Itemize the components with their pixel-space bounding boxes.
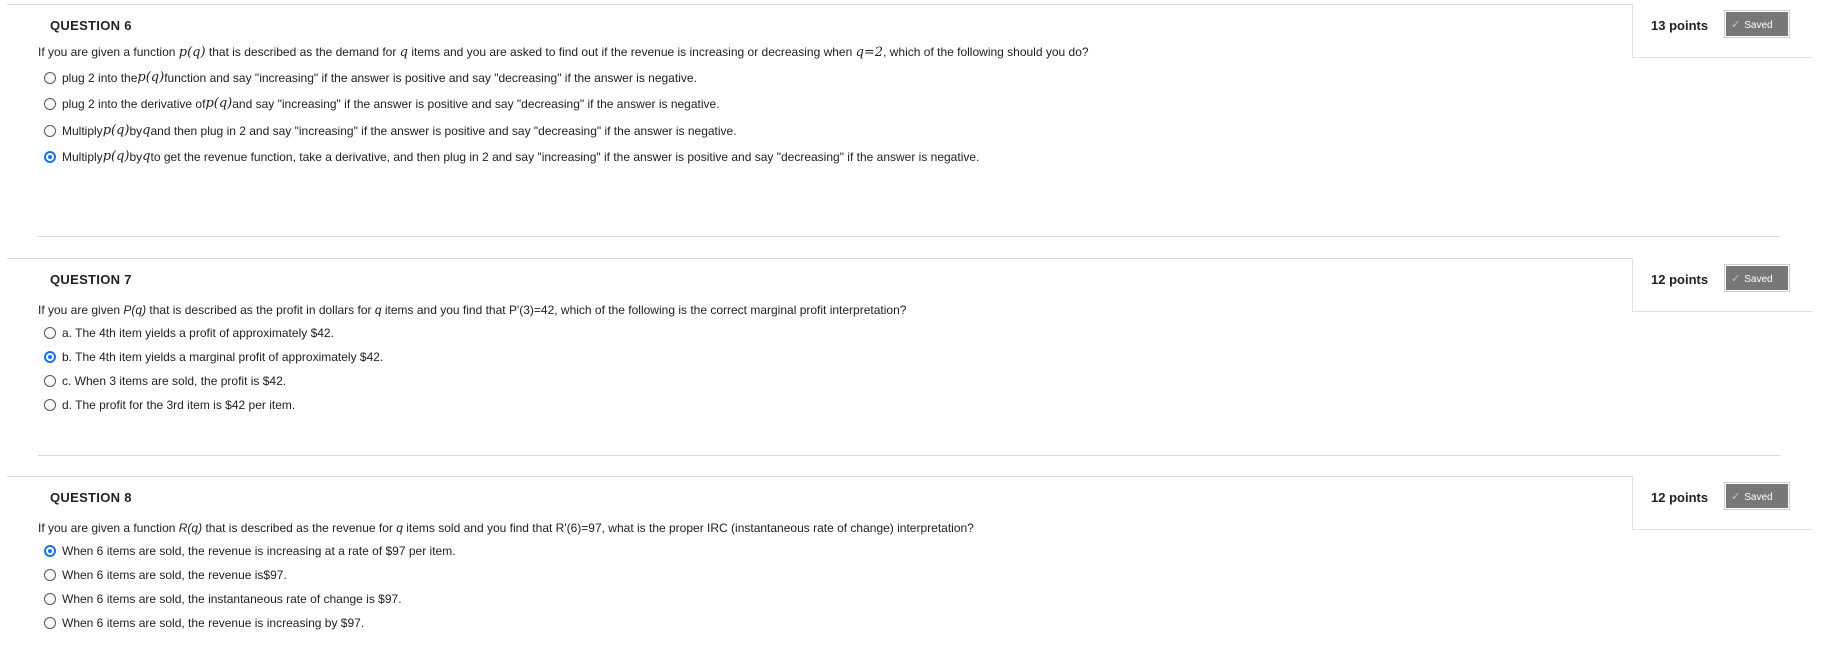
question-text: If you are given a function p(q) that is… [38,45,1089,60]
answer-option-c[interactable]: c. When 3 items are sold, the profit is … [44,374,286,388]
option-text: b. The 4th item yields a marginal profit… [62,350,384,364]
math-expression: p(q) [102,149,130,164]
points-box: 13 points ✓ Saved [1632,4,1813,58]
option-text: c. When 3 items are sold, the profit is … [62,374,287,388]
math-expression: q [396,521,403,535]
option-text: plug 2 into the [62,70,138,85]
math-expression: P(q) [123,303,147,317]
question-title: QUESTION 6 [50,18,132,33]
radio-button[interactable] [44,327,56,339]
saved-status-badge: ✓ Saved [1724,10,1790,38]
radio-button-checked[interactable] [44,351,56,363]
option-text: When 6 items are sold, the revenue is in… [62,616,365,630]
math-expression: q [374,303,382,317]
radio-button[interactable] [44,375,56,387]
math-expression: q [142,149,151,164]
radio-button-checked[interactable] [44,150,56,163]
answer-option-d[interactable]: d. The profit for the 3rd item is $42 pe… [44,398,295,412]
math-expression: q [142,123,151,138]
question-title: QUESTION 8 [50,490,132,505]
check-icon: ✓ [1731,273,1741,285]
question-text-part: items and you find that P'(3)=42, which … [381,303,907,317]
math-expression: q=2 [855,45,884,60]
math-expression: p(q) [205,96,233,111]
math-expression: R(q) [178,521,203,535]
check-icon: ✓ [1731,491,1741,503]
section-divider [38,455,1780,456]
answer-option-3[interactable]: When 6 items are sold, the instantaneous… [44,592,402,606]
answer-option[interactable]: Multiply p(q) by q and then plug in 2 an… [44,123,737,138]
question-header: QUESTION 7 [7,258,1812,295]
question-text-part: If you are given a function [38,45,179,59]
question-text-part: , which of the following should you do? [883,45,1089,59]
points-box: 12 points ✓ Saved [1632,258,1813,312]
math-expression: p(q) [178,45,206,60]
option-text: Multiply [62,149,103,164]
saved-status-badge: ✓ Saved [1724,264,1790,292]
radio-button-checked[interactable] [44,545,56,557]
points-label: 12 points [1651,490,1709,505]
question-text-part: that is described as the profit in dolla… [146,303,375,317]
radio-button[interactable] [44,97,56,110]
answer-option-1[interactable]: When 6 items are sold, the revenue is in… [44,544,456,558]
answer-option-2[interactable]: When 6 items are sold, the revenue is$97… [44,568,287,582]
option-text: plug 2 into the derivative of [62,96,206,111]
option-text: a. The 4th item yields a profit of appro… [62,326,334,340]
math-expression: p(q) [137,70,165,85]
answer-option-b[interactable]: b. The 4th item yields a marginal profit… [44,350,383,364]
option-text: When 6 items are sold, the revenue is in… [62,544,456,558]
answer-option-a[interactable]: a. The 4th item yields a profit of appro… [44,326,334,340]
option-text: When 6 items are sold, the instantaneous… [62,592,402,606]
option-text: d. The profit for the 3rd item is $42 pe… [62,398,296,412]
question-text: If you are given a function R(q) that is… [38,521,974,535]
question-title: QUESTION 7 [50,272,132,287]
radio-button[interactable] [44,617,56,629]
math-expression: p(q) [102,123,130,138]
option-text: Multiply [62,123,103,138]
check-icon: ✓ [1731,19,1741,31]
option-text: When 6 items are sold, the revenue is$97… [62,568,287,582]
option-text: to get the revenue function, take a deri… [150,149,980,164]
radio-button[interactable] [44,124,56,137]
saved-status-badge: ✓ Saved [1724,482,1790,510]
option-text: function and say "increasing" if the ans… [164,70,697,85]
question-text-part: items and you are asked to find out if t… [408,45,856,59]
points-label: 12 points [1651,272,1709,287]
points-label: 13 points [1651,18,1709,33]
saved-label: Saved [1744,274,1773,285]
answer-option-selected[interactable]: Multiply p(q) by q to get the revenue fu… [44,149,979,164]
question-text-part: that is described as the revenue for [202,521,397,535]
question-text: If you are given P(q) that is described … [38,303,906,317]
question-text-part: items sold and you find that R'(6)=97, w… [402,521,974,535]
question-text-part: If you are given [38,303,124,317]
radio-button[interactable] [44,71,56,84]
points-box: 12 points ✓ Saved [1632,476,1813,530]
option-text: by [129,123,143,138]
question-text-part: If you are given a function [38,521,179,535]
math-expression: q [399,45,408,60]
question-header: QUESTION 6 [7,4,1812,41]
question-header: QUESTION 8 [7,476,1812,513]
answer-option[interactable]: plug 2 into the p(q) function and say "i… [44,70,697,85]
section-divider [38,236,1780,237]
question-text-part: that is described as the demand for [205,45,400,59]
radio-button[interactable] [44,593,56,605]
option-text: and say "increasing" if the answer is po… [232,96,720,111]
option-text: and then plug in 2 and say "increasing" … [150,123,737,138]
saved-label: Saved [1744,20,1773,31]
answer-option-4[interactable]: When 6 items are sold, the revenue is in… [44,616,364,630]
radio-button[interactable] [44,399,56,411]
saved-label: Saved [1744,492,1773,503]
answer-option[interactable]: plug 2 into the derivative of p(q) and s… [44,96,720,111]
option-text: by [129,149,143,164]
radio-button[interactable] [44,569,56,581]
